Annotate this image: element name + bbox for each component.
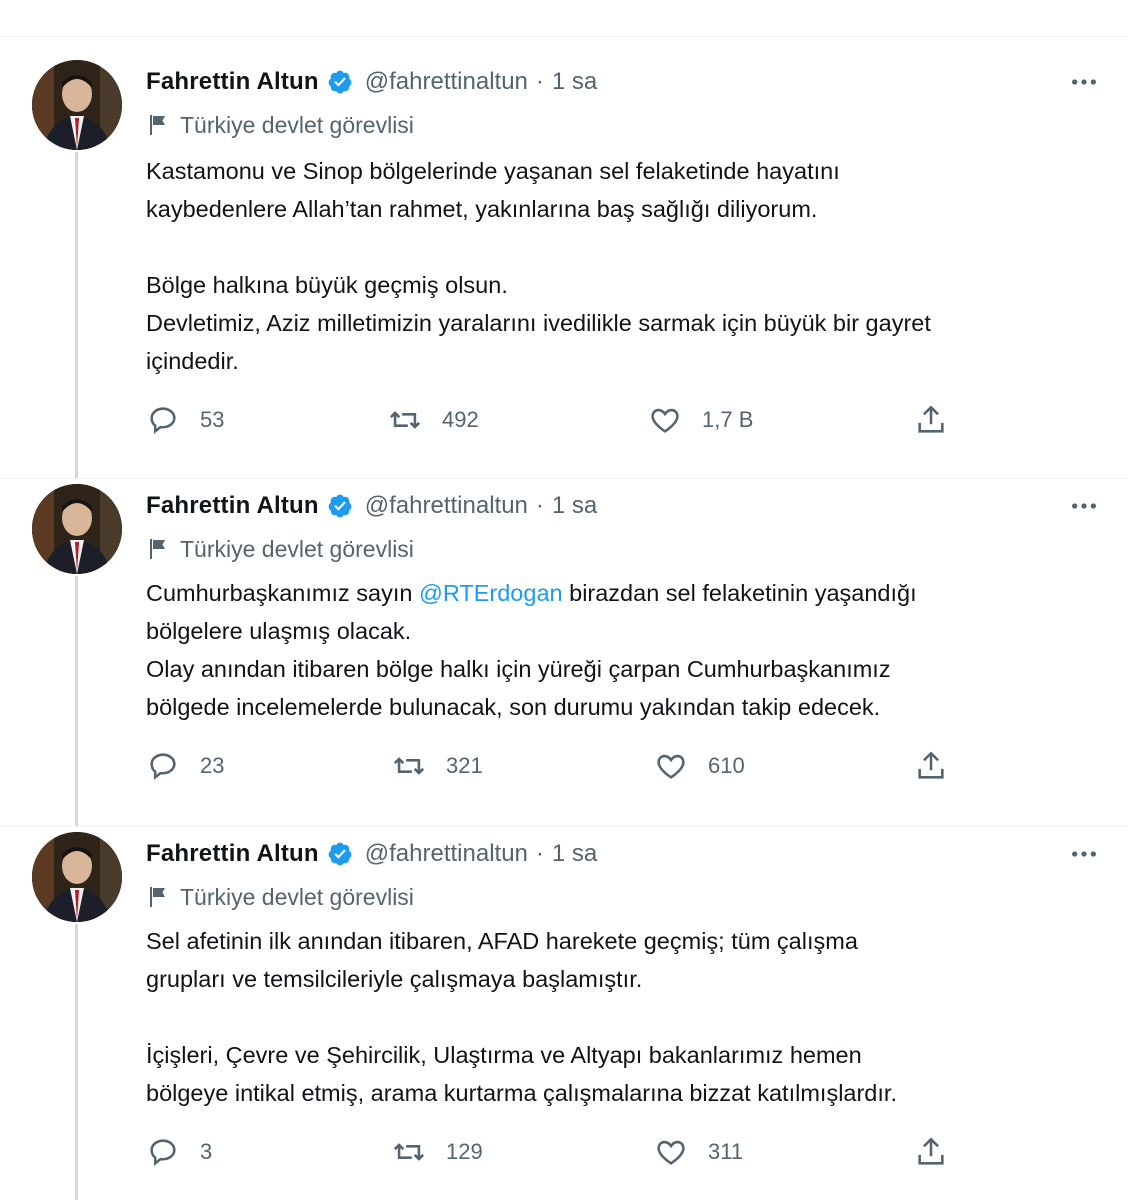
like-count: 311 bbox=[708, 1139, 744, 1164]
account-label: Türkiye devlet görevlisi bbox=[146, 880, 414, 914]
reply-icon bbox=[150, 407, 176, 435]
tweet-separator bbox=[0, 826, 1128, 827]
dot-separator: · bbox=[535, 840, 544, 867]
author-handle[interactable]: @fahrettinaltun bbox=[365, 68, 528, 96]
author-handle[interactable]: @fahrettinaltun bbox=[365, 840, 528, 868]
tweet-text-line: Cumhurbaşkanımız sayın @RTErdogan birazd… bbox=[146, 574, 1106, 612]
tweet-text-line: İçişleri, Çevre ve Şehircilik, Ulaştırma… bbox=[146, 1042, 862, 1068]
tweet-text-line: kaybedenlere Allah’tan rahmet, yakınları… bbox=[146, 196, 818, 222]
avatar[interactable] bbox=[32, 484, 122, 574]
reply-button[interactable]: 23 bbox=[146, 746, 224, 786]
share-button[interactable] bbox=[914, 400, 948, 440]
retweet-button[interactable]: 492 bbox=[388, 400, 479, 440]
like-count: 1,7 B bbox=[702, 407, 754, 432]
share-icon bbox=[918, 1137, 944, 1165]
tweet-header: Fahrettin Altun @fahrettinaltun · 1 sa bbox=[146, 834, 597, 874]
tweet-time[interactable]: 1 sa bbox=[552, 840, 597, 868]
like-button[interactable]: 311 bbox=[654, 1132, 743, 1172]
reply-button[interactable]: 3 bbox=[146, 1132, 212, 1172]
retweet-count: 321 bbox=[446, 753, 483, 778]
more-icon[interactable] bbox=[1068, 838, 1100, 870]
share-icon bbox=[918, 405, 944, 433]
mention-link[interactable]: @RTErdogan bbox=[419, 580, 563, 606]
like-icon bbox=[651, 408, 679, 433]
flag-icon bbox=[150, 887, 165, 907]
tweet-text-segment: birazdan sel felaketinin yaşandığı bbox=[562, 580, 917, 606]
flag-icon bbox=[150, 115, 165, 135]
tweet-header: Fahrettin Altun @fahrettinaltun · 1 sa bbox=[146, 486, 597, 526]
tweet-text-line: Olay anından itibaren bölge halkı için y… bbox=[146, 656, 891, 682]
verified-badge-icon bbox=[327, 841, 353, 867]
retweet-icon bbox=[393, 757, 425, 775]
avatar[interactable] bbox=[32, 60, 122, 150]
more-icon[interactable] bbox=[1068, 66, 1100, 98]
share-button[interactable] bbox=[914, 1132, 948, 1172]
reply-button[interactable]: 53 bbox=[146, 400, 224, 440]
top-border bbox=[0, 36, 1128, 37]
tweet-text-segment: Cumhurbaşkanımız sayın bbox=[146, 580, 419, 606]
verified-badge-icon bbox=[327, 493, 353, 519]
share-icon bbox=[918, 751, 944, 779]
tweet-header: Fahrettin Altun @fahrettinaltun · 1 sa bbox=[146, 62, 597, 102]
author-name[interactable]: Fahrettin Altun bbox=[146, 840, 319, 868]
retweet-icon bbox=[393, 1143, 425, 1161]
share-button[interactable] bbox=[914, 746, 948, 786]
tweet[interactable]: Fahrettin Altun @fahrettinaltun · 1 sa T… bbox=[0, 832, 1128, 1200]
tweet-text: Sel afetinin ilk anından itibaren, AFAD … bbox=[146, 922, 1106, 1112]
tweet[interactable]: Fahrettin Altun @fahrettinaltun · 1 sa T… bbox=[0, 484, 1128, 814]
tweet-actions: 53 492 1,7 B bbox=[146, 400, 966, 440]
account-label-text: Türkiye devlet görevlisi bbox=[180, 535, 414, 562]
account-label-text: Türkiye devlet görevlisi bbox=[180, 111, 414, 138]
reply-count: 53 bbox=[200, 407, 225, 432]
retweet-button[interactable]: 129 bbox=[392, 1132, 483, 1172]
account-label: Türkiye devlet görevlisi bbox=[146, 108, 414, 142]
tweet-text-line: bölgelere ulaşmış olacak. bbox=[146, 618, 412, 644]
dot-separator: · bbox=[535, 68, 544, 95]
tweet-text-line: Devletimiz, Aziz milletimizin yaralarını… bbox=[146, 310, 931, 336]
tweet-text-line: Kastamonu ve Sinop bölgelerinde yaşanan … bbox=[146, 158, 840, 184]
tweet-text-line: içindedir. bbox=[146, 348, 239, 374]
like-count: 610 bbox=[708, 753, 745, 778]
retweet-icon bbox=[389, 411, 421, 429]
dot-separator: · bbox=[535, 492, 544, 519]
like-button[interactable]: 1,7 B bbox=[648, 400, 753, 440]
account-label: Türkiye devlet görevlisi bbox=[146, 532, 414, 566]
tweet-separator bbox=[0, 478, 1128, 479]
like-icon bbox=[657, 1140, 685, 1165]
tweet-time[interactable]: 1 sa bbox=[552, 68, 597, 96]
tweet-text-line: bölgede incelemelerde bulunacak, son dur… bbox=[146, 694, 881, 720]
like-button[interactable]: 610 bbox=[654, 746, 745, 786]
account-label-text: Türkiye devlet görevlisi bbox=[180, 883, 414, 910]
tweet-actions: 3 129 311 bbox=[146, 1132, 966, 1172]
tweet-text-line: bölgeye intikal etmiş, arama kurtarma ça… bbox=[146, 1080, 897, 1106]
author-name[interactable]: Fahrettin Altun bbox=[146, 492, 319, 520]
author-handle[interactable]: @fahrettinaltun bbox=[365, 492, 528, 520]
verified-badge-icon bbox=[327, 69, 353, 95]
reply-icon bbox=[150, 753, 176, 781]
tweet-text-line: Bölge halkına büyük geçmiş olsun. bbox=[146, 272, 508, 298]
tweet-text-line: grupları ve temsilcileriyle çalışmaya ba… bbox=[146, 966, 643, 992]
reply-count: 3 bbox=[200, 1139, 213, 1164]
retweet-count: 129 bbox=[446, 1139, 483, 1164]
avatar[interactable] bbox=[32, 832, 122, 922]
tweet-text-line: Sel afetinin ilk anından itibaren, AFAD … bbox=[146, 928, 858, 954]
tweet-actions: 23 321 610 bbox=[146, 746, 966, 786]
tweet-time[interactable]: 1 sa bbox=[552, 492, 597, 520]
reply-icon bbox=[150, 1139, 176, 1167]
tweet-text: Kastamonu ve Sinop bölgelerinde yaşanan … bbox=[146, 152, 1106, 380]
tweet-text: Cumhurbaşkanımız sayın @RTErdogan birazd… bbox=[146, 574, 1106, 726]
like-icon bbox=[657, 754, 685, 779]
reply-count: 23 bbox=[200, 753, 225, 778]
tweet[interactable]: Fahrettin Altun @fahrettinaltun · 1 sa T… bbox=[0, 60, 1128, 460]
more-icon[interactable] bbox=[1068, 490, 1100, 522]
flag-icon bbox=[150, 539, 165, 559]
author-name[interactable]: Fahrettin Altun bbox=[146, 68, 319, 96]
retweet-count: 492 bbox=[442, 407, 479, 432]
retweet-button[interactable]: 321 bbox=[392, 746, 483, 786]
